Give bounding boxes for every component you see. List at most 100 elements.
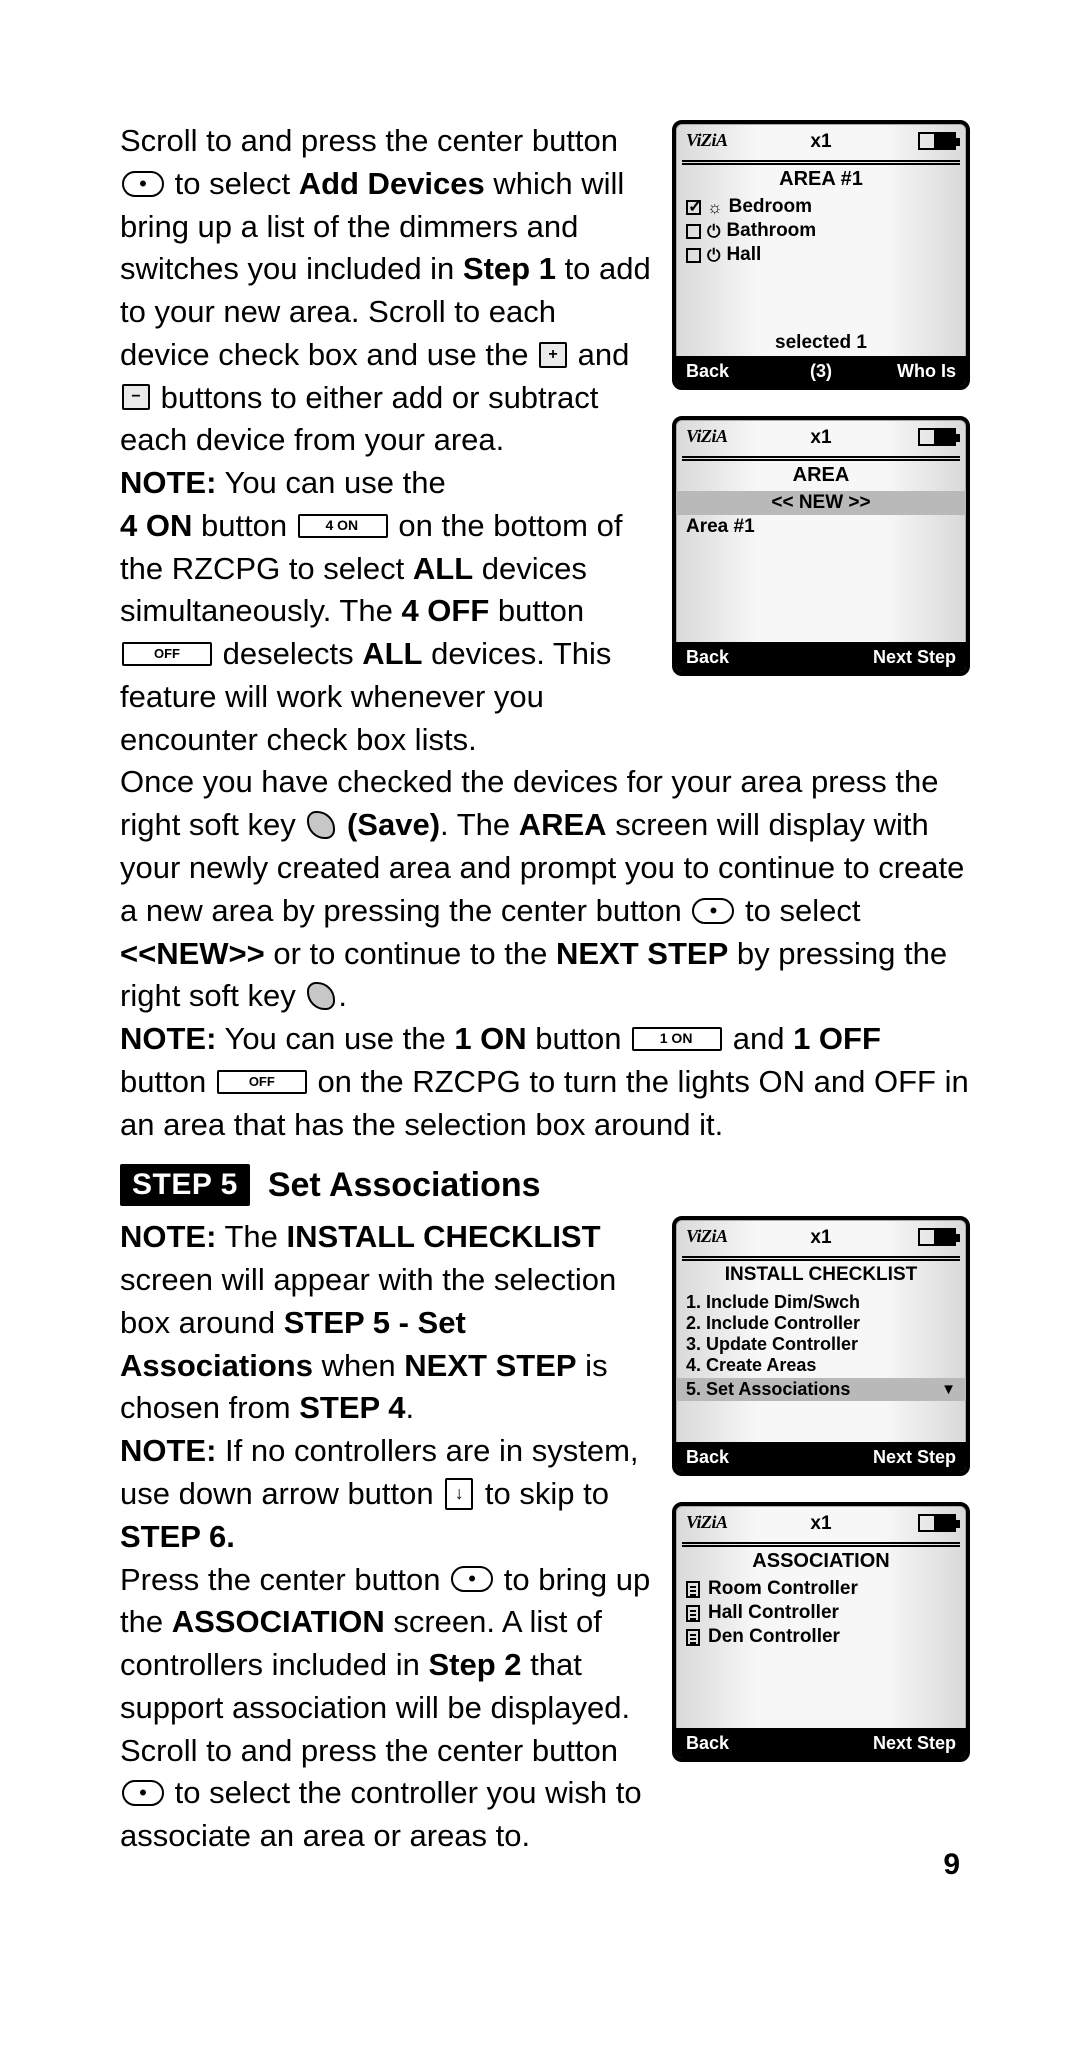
new-row: << NEW >>	[676, 491, 966, 515]
minus-button-icon: −	[122, 384, 150, 410]
text: to select the controller you wish to ass…	[120, 1775, 642, 1853]
battery-icon	[918, 428, 956, 446]
text-bold: <<NEW>>	[120, 936, 265, 971]
text: deselects	[223, 636, 363, 671]
logo-text: ViZiA	[686, 426, 728, 447]
soft-key-icon	[307, 811, 335, 839]
text: buttons to either add or subtract each d…	[120, 380, 598, 458]
text: to select	[745, 893, 860, 928]
controller-label: Hall Controller	[708, 1602, 839, 1624]
text: You can use the	[216, 1021, 454, 1056]
signal-text: x1	[810, 1513, 831, 1535]
controller-row: Den Controller	[686, 1625, 956, 1649]
text-bold: Step 1	[463, 251, 556, 286]
status-bar: ViZiA x1	[676, 420, 966, 456]
checkbox-icon	[686, 200, 701, 215]
softkey-right: Next Step	[873, 1447, 956, 1468]
controller-row: Hall Controller	[686, 1601, 956, 1625]
screen-title: INSTALL CHECKLIST	[676, 1263, 966, 1290]
text: button	[192, 508, 295, 543]
controller-icon	[686, 1581, 700, 1598]
text-bold: STEP 6.	[120, 1519, 235, 1554]
device-label: Bathroom	[726, 220, 816, 242]
controller-icon	[686, 1605, 700, 1622]
logo-text: ViZiA	[686, 130, 728, 151]
text-bold: 4 OFF	[401, 593, 489, 628]
down-arrow-button-icon: ↓	[445, 1478, 473, 1510]
screen-footer: Back Next Step	[676, 1728, 966, 1758]
controller-label: Room Controller	[708, 1578, 858, 1600]
four-on-button-icon: 4 ON	[298, 514, 388, 538]
power-icon: ⏻	[707, 247, 720, 264]
battery-icon	[918, 132, 956, 150]
screen-footer: Back Next Step	[676, 642, 966, 672]
screen-body: ☼ Bedroom ⏻ Bathroom ⏻ Hall	[676, 195, 966, 267]
status-bar: ViZiA x1	[676, 1220, 966, 1256]
off-button-icon: OFF	[217, 1070, 307, 1094]
battery-icon	[918, 1228, 956, 1246]
status-bar: ViZiA x1	[676, 124, 966, 160]
center-button-icon: •	[692, 898, 734, 924]
text: and	[733, 1021, 793, 1056]
area-row: Area #1	[686, 515, 956, 539]
off-button-icon: OFF	[122, 642, 212, 666]
divider	[682, 1542, 960, 1547]
device-label: Bedroom	[729, 196, 812, 218]
logo-text: ViZiA	[686, 1512, 728, 1533]
controller-icon	[686, 1629, 700, 1646]
screen-body: 1. Include Dim/Swch 2. Include Controlle…	[676, 1290, 966, 1401]
chevron-down-icon: ▼	[941, 1381, 956, 1398]
text-bold: ASSOCIATION	[172, 1604, 385, 1639]
controller-row: Room Controller	[686, 1577, 956, 1601]
text: button	[527, 1021, 630, 1056]
text-bold: 1 ON	[454, 1021, 526, 1056]
text-bold: STEP 4	[299, 1390, 405, 1425]
softkey-left: Back	[686, 1447, 729, 1468]
text: . The	[440, 807, 519, 842]
logo-text: ViZiA	[686, 1226, 728, 1247]
text: Press the center button	[120, 1562, 449, 1597]
screen-footer: Back (3) Who Is	[676, 356, 966, 386]
softkey-right: Next Step	[873, 1733, 956, 1754]
screen-area1: ViZiA x1 AREA #1 ☼ Bedroom ⏻ Bathroom	[672, 120, 970, 390]
signal-text: x1	[810, 131, 831, 153]
step-badge: STEP 5	[120, 1164, 250, 1206]
device-row: ⏻ Bathroom	[686, 219, 956, 243]
text-bold: (Save)	[347, 807, 440, 842]
text: The	[216, 1219, 286, 1254]
text: .	[405, 1390, 414, 1425]
note-label: NOTE:	[120, 1219, 216, 1254]
text: to skip to	[485, 1476, 609, 1511]
checklist-item: 2. Include Controller	[686, 1313, 956, 1334]
page-number: 9	[943, 1848, 960, 1882]
checkbox-icon	[686, 224, 701, 239]
text: button	[489, 593, 584, 628]
checklist-item: 1. Include Dim/Swch	[686, 1292, 956, 1313]
device-row: ☼ Bedroom	[686, 195, 956, 219]
screen-footer: Back Next Step	[676, 1442, 966, 1472]
note-label: NOTE:	[120, 1433, 216, 1468]
screen-checklist: ViZiA x1 INSTALL CHECKLIST 1. Include Di…	[672, 1216, 970, 1476]
text-bold: Add Devices	[299, 166, 485, 201]
screen-association: ViZiA x1 ASSOCIATION Room Controller Hal…	[672, 1502, 970, 1762]
text-bold: AREA	[519, 807, 607, 842]
text: to select	[175, 166, 299, 201]
checkbox-icon	[686, 248, 701, 263]
checklist-item-highlight: 5. Set Associations ▼	[676, 1378, 966, 1401]
text: Scroll to and press the center button	[120, 123, 618, 158]
text-bold: NEXT STEP	[404, 1348, 576, 1383]
step-title: Set Associations	[268, 1166, 541, 1205]
text-bold: 4 ON	[120, 508, 192, 543]
center-button-icon: •	[451, 1566, 493, 1592]
text: .	[338, 978, 347, 1013]
device-label: Hall	[726, 244, 761, 266]
signal-text: x1	[810, 1227, 831, 1249]
divider	[682, 456, 960, 461]
softkey-left: Back	[686, 647, 729, 668]
one-on-button-icon: 1 ON	[632, 1027, 722, 1051]
controller-label: Den Controller	[708, 1626, 840, 1648]
checklist-item: 4. Create Areas	[686, 1355, 956, 1376]
softkey-left: Back	[686, 1733, 729, 1754]
softkey-mid: (3)	[676, 361, 966, 382]
center-button-icon: •	[122, 1780, 164, 1806]
